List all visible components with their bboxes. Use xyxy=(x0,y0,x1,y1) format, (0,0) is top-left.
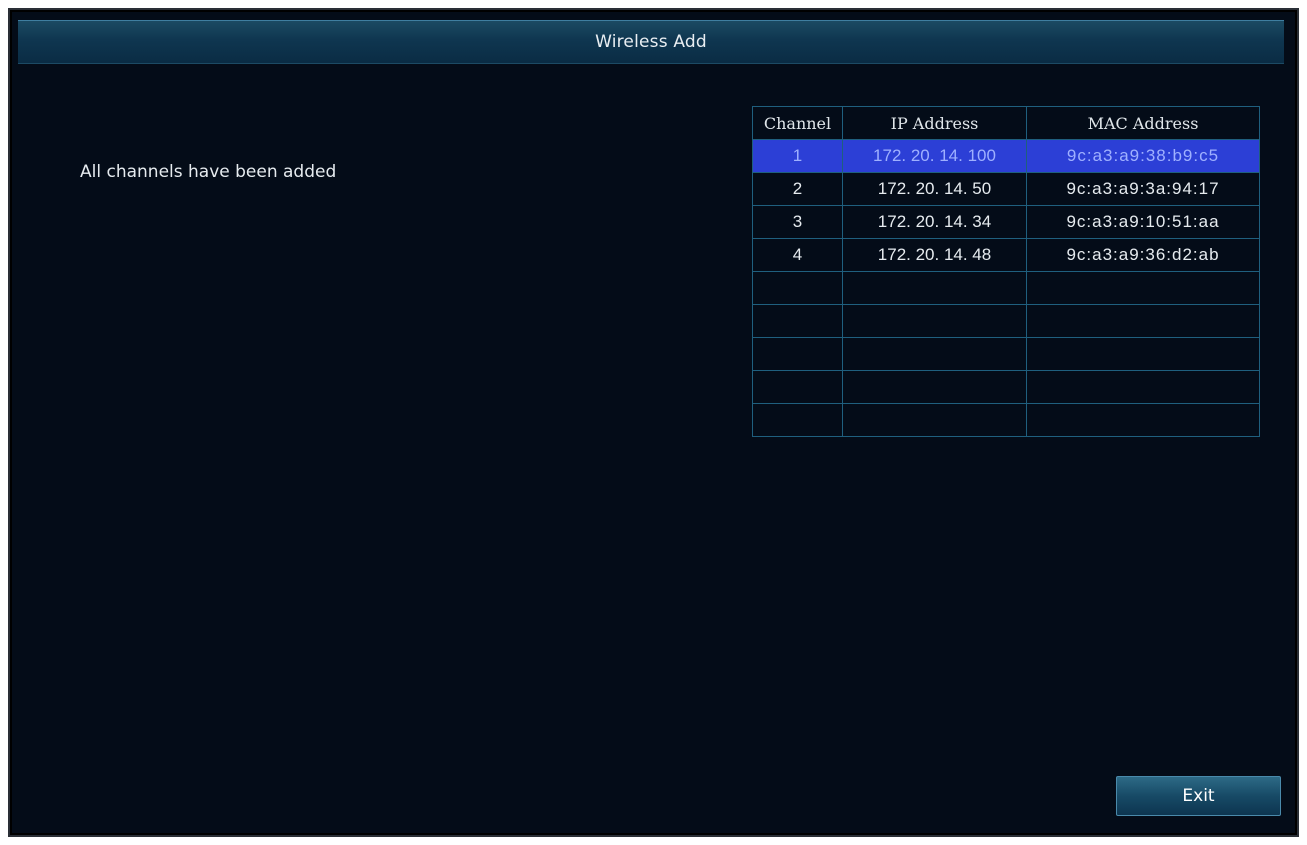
table-row-empty[interactable] xyxy=(752,403,1260,437)
mac-address-cell xyxy=(1026,403,1260,437)
channel-cell: 1 xyxy=(752,139,843,173)
channel-cell: 3 xyxy=(752,205,843,239)
mac-address-cell: 9c:a3:a9:38:b9:c5 xyxy=(1026,139,1260,173)
table-row-empty[interactable] xyxy=(752,271,1260,305)
channel-cell xyxy=(752,271,843,305)
table-row-empty[interactable] xyxy=(752,304,1260,338)
table-row[interactable]: 1 172. 20. 14. 100 9c:a3:a9:38:b9:c5 xyxy=(752,139,1260,173)
mac-address-cell: 9c:a3:a9:3a:94:17 xyxy=(1026,172,1260,206)
table-row[interactable]: 2 172. 20. 14. 50 9c:a3:a9:3a:94:17 xyxy=(752,172,1260,206)
mac-address-cell xyxy=(1026,337,1260,371)
mac-address-cell xyxy=(1026,304,1260,338)
exit-button[interactable]: Exit xyxy=(1116,776,1281,816)
table-row[interactable]: 4 172. 20. 14. 48 9c:a3:a9:36:d2:ab xyxy=(752,238,1260,272)
window-titlebar: Wireless Add xyxy=(18,20,1284,64)
ip-address-cell: 172. 20. 14. 34 xyxy=(842,205,1027,239)
channel-cell xyxy=(752,403,843,437)
table-row-empty[interactable] xyxy=(752,337,1260,371)
ip-address-cell: 172. 20. 14. 50 xyxy=(842,172,1027,206)
exit-button-label: Exit xyxy=(1182,786,1215,806)
ip-address-cell xyxy=(842,271,1027,305)
channel-cell xyxy=(752,370,843,404)
ip-address-cell xyxy=(842,337,1027,371)
window-title: Wireless Add xyxy=(595,32,707,52)
channel-table: Channel IP Address MAC Address 1 172. 20… xyxy=(752,106,1260,437)
column-header-ip-address: IP Address xyxy=(842,106,1027,140)
channel-cell: 2 xyxy=(752,172,843,206)
channel-cell: 4 xyxy=(752,238,843,272)
mac-address-cell xyxy=(1026,271,1260,305)
column-header-channel: Channel xyxy=(752,106,843,140)
table-header-row: Channel IP Address MAC Address xyxy=(752,106,1260,140)
mac-address-cell: 9c:a3:a9:10:51:aa xyxy=(1026,205,1260,239)
ip-address-cell xyxy=(842,370,1027,404)
ip-address-cell xyxy=(842,304,1027,338)
mac-address-cell xyxy=(1026,370,1260,404)
table-row-empty[interactable] xyxy=(752,370,1260,404)
ip-address-cell xyxy=(842,403,1027,437)
mac-address-cell: 9c:a3:a9:36:d2:ab xyxy=(1026,238,1260,272)
channel-cell xyxy=(752,337,843,371)
ip-address-cell: 172. 20. 14. 48 xyxy=(842,238,1027,272)
ip-address-cell: 172. 20. 14. 100 xyxy=(842,139,1027,173)
table-row[interactable]: 3 172. 20. 14. 34 9c:a3:a9:10:51:aa xyxy=(752,205,1260,239)
status-message: All channels have been added xyxy=(80,162,337,182)
column-header-mac-address: MAC Address xyxy=(1026,106,1260,140)
channel-cell xyxy=(752,304,843,338)
